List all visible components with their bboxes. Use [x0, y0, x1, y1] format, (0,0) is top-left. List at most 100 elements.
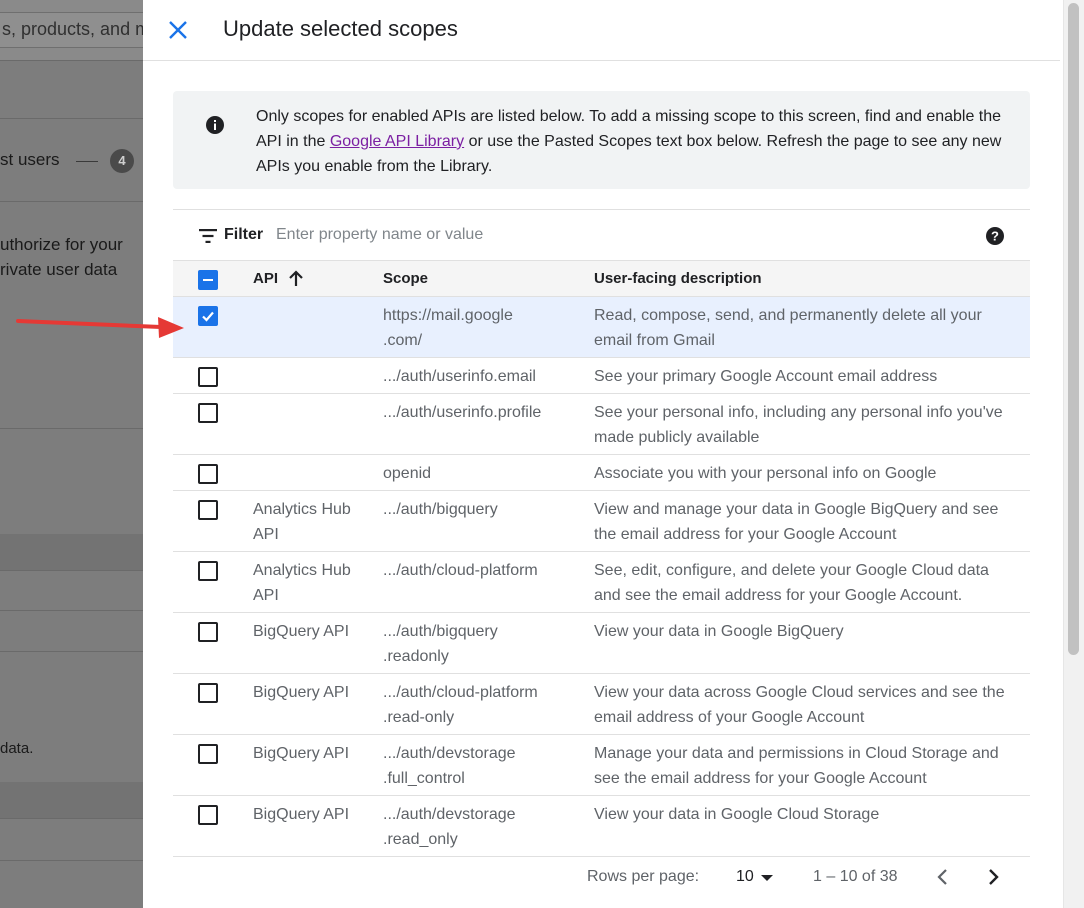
- info-icon: [206, 116, 224, 134]
- cell-description: See your personal info, including any pe…: [594, 404, 1003, 446]
- background-band: [0, 534, 143, 570]
- scopes-table: Filter ? API Scope User-facing descripti…: [173, 209, 1030, 857]
- caret-down-icon[interactable]: [761, 875, 773, 881]
- filter-bar: Filter ?: [173, 210, 1030, 261]
- background-search-bar: s, products, and m: [0, 0, 143, 60]
- row-checkbox[interactable]: [198, 805, 218, 825]
- cell-scope: openid: [383, 465, 432, 482]
- cell-scope: .../auth/cloud-platform: [383, 562, 538, 579]
- table-row[interactable]: BigQuery API .../auth/devstorage .read_on…: [173, 796, 1030, 857]
- table-row[interactable]: Analytics Hub API .../auth/cloud-platform…: [173, 552, 1030, 613]
- row-checkbox[interactable]: [198, 561, 218, 581]
- pagination-range: 1 – 10 of 38: [813, 868, 898, 885]
- annotation-arrow-icon: [16, 317, 184, 338]
- cell-scope: https://mail.google .com/: [383, 307, 513, 349]
- scrollbar-thumb[interactable]: [1068, 3, 1079, 655]
- row-checkbox[interactable]: [198, 500, 218, 520]
- cell-description: View your data in Google Cloud Storage: [594, 806, 880, 823]
- cell-description: View your data across Google Cloud servi…: [594, 684, 1005, 726]
- update-scopes-dialog: Update selected scopes Only scopes for e…: [143, 0, 1084, 908]
- table-row[interactable]: Analytics Hub API .../auth/bigquery View a…: [173, 491, 1030, 552]
- table-row[interactable]: BigQuery API .../auth/cloud-platform .rea…: [173, 674, 1030, 735]
- row-checkbox[interactable]: [198, 622, 218, 642]
- table-row[interactable]: .../auth/userinfo.profile See your person…: [173, 394, 1030, 455]
- cell-scope: .../auth/bigquery .readonly: [383, 623, 498, 665]
- google-api-library-link[interactable]: Google API Library: [330, 133, 464, 150]
- table-row[interactable]: BigQuery API .../auth/devstorage .full_co…: [173, 735, 1030, 796]
- background-band: [0, 782, 143, 818]
- column-header-api[interactable]: API: [253, 270, 278, 287]
- column-header-description: User-facing description: [594, 270, 762, 287]
- cell-api: BigQuery API: [253, 684, 350, 701]
- background-divider: [0, 201, 143, 202]
- rows-per-page-label: Rows per page:: [587, 868, 700, 885]
- cell-scope: .../auth/devstorage .read_only: [383, 806, 516, 848]
- cell-description: Read, compose, send, and permanently del…: [594, 307, 982, 349]
- info-banner: Only scopes for enabled APIs are listed …: [173, 91, 1030, 189]
- dialog-title: Update selected scopes: [223, 16, 458, 41]
- background-paragraph-line: uthorize for your: [0, 235, 123, 254]
- table-row[interactable]: BigQuery API .../auth/bigquery .readonly V…: [173, 613, 1030, 674]
- filter-input[interactable]: [276, 223, 876, 247]
- cell-description: View and manage your data in Google BigQ…: [594, 501, 999, 543]
- background-divider: [0, 428, 143, 429]
- close-icon: [169, 21, 187, 39]
- table-row[interactable]: openid Associate you with your personal i…: [173, 455, 1030, 491]
- info-text: Only scopes for enabled APIs are listed …: [256, 104, 1016, 179]
- cell-scope: .../auth/bigquery: [383, 501, 498, 518]
- row-checkbox[interactable]: [198, 683, 218, 703]
- cell-api: Analytics Hub API: [253, 501, 351, 543]
- background-step-dash: [76, 161, 98, 162]
- background-divider: [0, 570, 143, 571]
- background-paragraph: uthorize for your rivate user data: [0, 232, 123, 282]
- indeterminate-icon: [203, 279, 213, 281]
- rows-per-page-select[interactable]: 10: [736, 868, 754, 886]
- cell-description: View your data in Google BigQuery: [594, 623, 844, 640]
- background-data-text: data.: [0, 740, 34, 757]
- background-divider: [0, 610, 143, 611]
- select-all-checkbox[interactable]: [198, 270, 218, 290]
- background-divider: [0, 60, 143, 61]
- background-paragraph-line: rivate user data: [0, 260, 118, 279]
- chevron-right-icon[interactable]: [981, 865, 1005, 889]
- pagination: Rows per page: 10 1 – 10 of 38: [173, 857, 1030, 908]
- arrow-up-icon[interactable]: [287, 270, 305, 288]
- cell-api: BigQuery API: [253, 745, 350, 762]
- table-header: API Scope User-facing description: [173, 261, 1030, 297]
- background-step-label: st users: [0, 150, 60, 169]
- cell-scope: .../auth/cloud-platform .read-only: [383, 684, 538, 726]
- row-checkbox[interactable]: [198, 403, 218, 423]
- table-row[interactable]: https://mail.google .com/Read, compose, …: [173, 297, 1030, 358]
- dialog-header: Update selected scopes: [143, 0, 1060, 61]
- background-divider: [0, 860, 143, 861]
- cell-api: Analytics Hub API: [253, 562, 351, 604]
- filter-icon: [199, 229, 217, 243]
- cell-description: See your primary Google Account email ad…: [594, 368, 938, 385]
- cell-scope: .../auth/userinfo.email: [383, 368, 536, 385]
- chevron-left-icon[interactable]: [931, 865, 955, 889]
- background-search-text: s, products, and m: [2, 19, 143, 39]
- cell-description: Associate you with your personal info on…: [594, 465, 937, 482]
- table-body: https://mail.google .com/Read, compose, …: [173, 297, 1030, 857]
- row-checkbox[interactable]: [198, 306, 218, 326]
- background-divider: [0, 818, 143, 819]
- background-step-number: 4: [110, 149, 134, 173]
- background-page: s, products, and m st users 4 uthorize f…: [0, 0, 143, 908]
- background-divider: [0, 118, 143, 119]
- check-icon: [202, 311, 214, 322]
- cell-description: See, edit, configure, and delete your Go…: [594, 562, 989, 604]
- help-icon[interactable]: ?: [985, 226, 1005, 246]
- row-checkbox[interactable]: [198, 367, 218, 387]
- cell-scope: .../auth/userinfo.profile: [383, 404, 542, 421]
- filter-label: Filter: [224, 226, 264, 243]
- cell-description: Manage your data and permissions in Clou…: [594, 745, 999, 787]
- svg-text:?: ?: [991, 229, 999, 244]
- row-checkbox[interactable]: [198, 744, 218, 764]
- table-row[interactable]: .../auth/userinfo.email See your primary …: [173, 358, 1030, 394]
- close-button[interactable]: [165, 15, 191, 45]
- cell-api: BigQuery API: [253, 806, 350, 823]
- cell-api: BigQuery API: [253, 623, 350, 640]
- background-divider: [0, 651, 143, 652]
- cell-scope: .../auth/devstorage .full_control: [383, 745, 516, 787]
- row-checkbox[interactable]: [198, 464, 218, 484]
